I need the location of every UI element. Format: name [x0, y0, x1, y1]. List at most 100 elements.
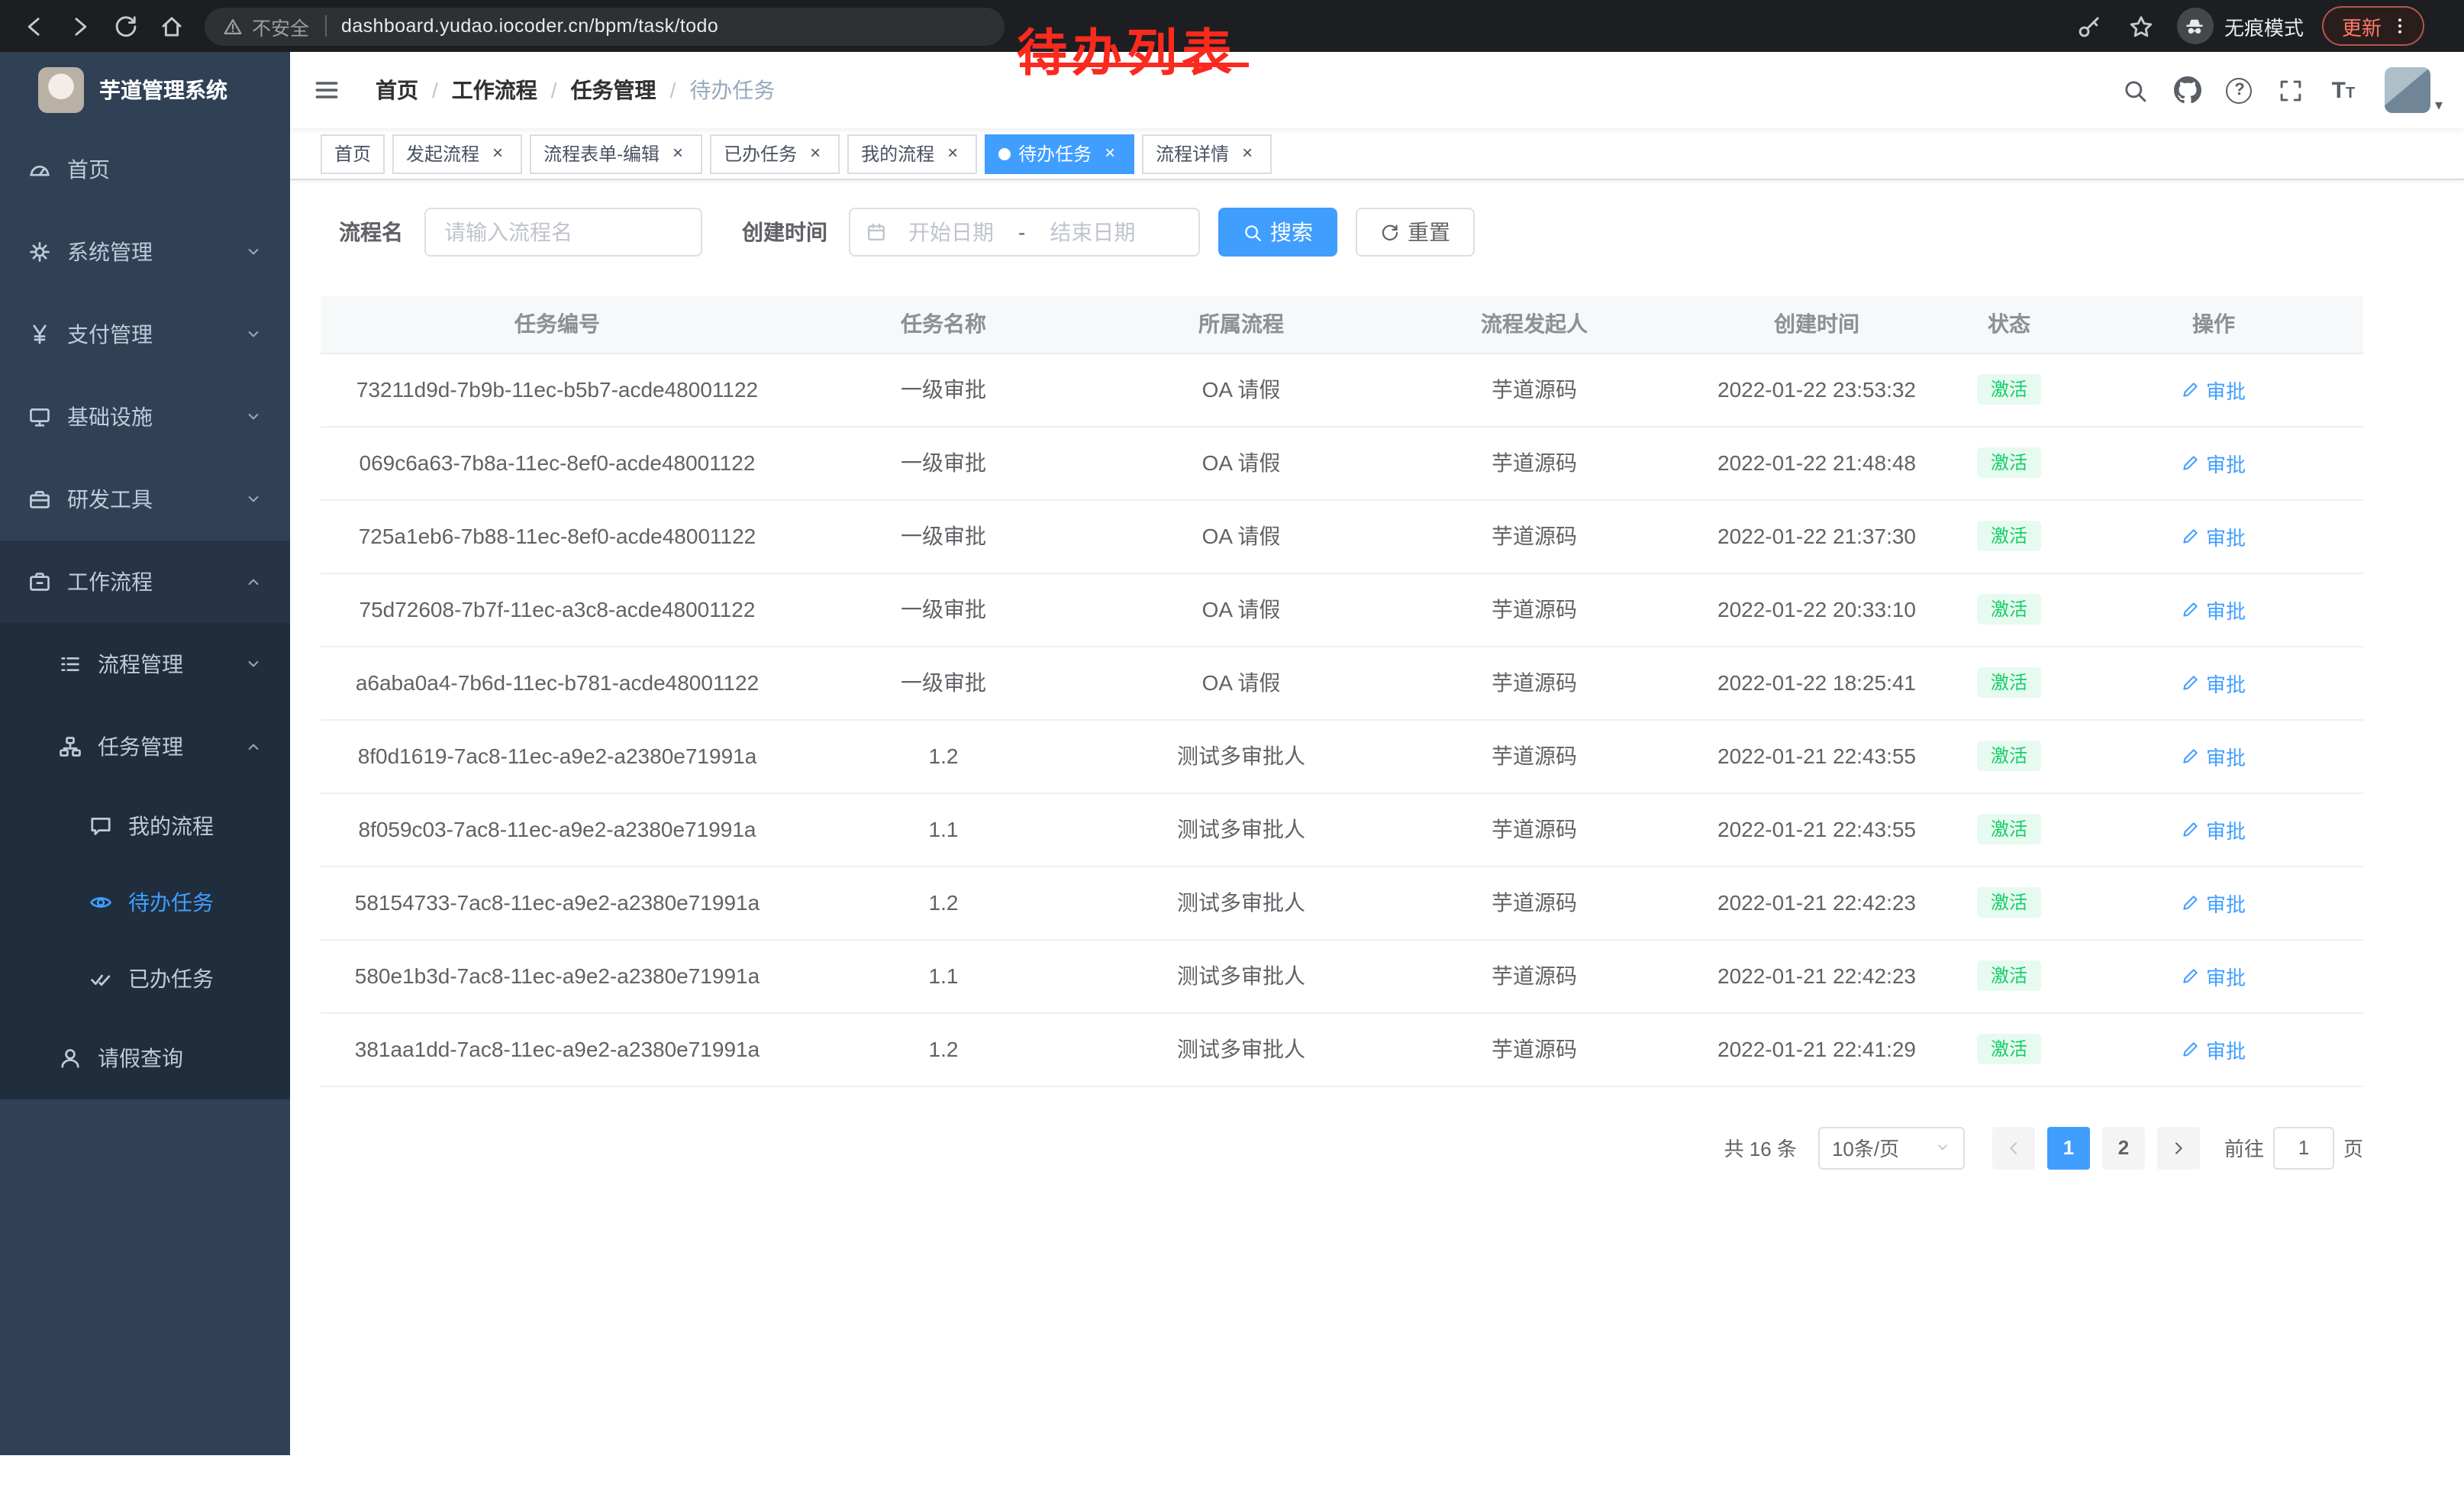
gauge-icon	[27, 157, 52, 182]
task-id-cell: 580e1b3d-7ac8-11ec-a9e2-a2380e71991a	[321, 939, 794, 1012]
tab-4[interactable]: 我的流程 ×	[847, 134, 977, 173]
sidebar-item-infra[interactable]: 基础设施	[0, 376, 290, 458]
tab-label: 我的流程	[861, 140, 934, 166]
tab-label: 流程表单-编辑	[543, 140, 660, 166]
tab-6[interactable]: 流程详情×	[1142, 134, 1272, 173]
sidebar-item-home[interactable]: 首页	[0, 128, 290, 211]
sidebar-item-system[interactable]: 系统管理	[0, 211, 290, 293]
table-row: 580e1b3d-7ac8-11ec-a9e2-a2380e71991a1.1测…	[321, 939, 2363, 1012]
sidebar-item-todo-task[interactable]: 待办任务	[0, 864, 290, 941]
sidebar-collapse-button[interactable]	[290, 52, 363, 128]
security-label[interactable]: 不安全	[252, 11, 309, 40]
breadcrumb-current: 待办任务	[689, 75, 775, 105]
breadcrumb-task-management[interactable]: 任务管理	[571, 75, 656, 105]
search-button[interactable]: 搜索	[1218, 208, 1337, 257]
page-size-select[interactable]: 10条/页	[1818, 1126, 1965, 1169]
close-icon[interactable]: ×	[805, 143, 826, 164]
menu-dots-icon[interactable]	[2389, 15, 2411, 37]
update-button[interactable]: 更新	[2322, 6, 2424, 46]
tab-3[interactable]: 已办任务×	[710, 134, 840, 173]
page-button-1[interactable]: 1	[2047, 1126, 2090, 1169]
user-avatar[interactable]	[2385, 67, 2430, 113]
sidebar-item-task-mgmt[interactable]: 任务管理	[0, 705, 290, 788]
user-menu[interactable]: ▾	[2385, 67, 2443, 113]
approve-button[interactable]: 审批	[2182, 375, 2246, 404]
action-cell: 审批	[2064, 792, 2363, 866]
approve-button[interactable]: 审批	[2182, 815, 2246, 844]
task-id-cell: 8f0d1619-7ac8-11ec-a9e2-a2380e71991a	[321, 719, 794, 792]
github-icon	[2174, 76, 2201, 104]
sidebar-item-label: 任务管理	[98, 731, 244, 762]
breadcrumb-workflow[interactable]: 工作流程	[452, 75, 537, 105]
task-id-cell: 58154733-7ac8-11ec-a9e2-a2380e71991a	[321, 866, 794, 939]
sidebar-item-my-process[interactable]: 我的流程	[0, 788, 290, 864]
reload-icon	[112, 13, 138, 39]
home-button[interactable]	[150, 5, 192, 47]
prev-page-button[interactable]	[1992, 1126, 2035, 1169]
sidebar-item-label: 首页	[67, 154, 290, 185]
header-search-button[interactable]	[2113, 52, 2159, 128]
page-button-2[interactable]: 2	[2102, 1126, 2145, 1169]
approve-button[interactable]: 审批	[2182, 1035, 2246, 1064]
fullscreen-button[interactable]	[2269, 52, 2314, 128]
approve-button[interactable]: 审批	[2182, 888, 2246, 917]
forward-button[interactable]	[58, 5, 101, 47]
status-badge: 激活	[1977, 741, 2041, 771]
back-button[interactable]	[12, 5, 55, 47]
close-icon[interactable]: ×	[667, 143, 689, 164]
edit-icon	[2182, 1040, 2200, 1058]
sidebar-item-label: 支付管理	[67, 319, 244, 350]
action-cell: 审批	[2064, 866, 2363, 939]
sidebar-item-done-task[interactable]: 已办任务	[0, 941, 290, 1017]
reset-button[interactable]: 重置	[1356, 208, 1475, 257]
font-size-button[interactable]: TT	[2320, 52, 2366, 128]
breadcrumb-home[interactable]: 首页	[376, 75, 418, 105]
close-icon[interactable]: ×	[487, 143, 508, 164]
incognito-avatar	[2177, 8, 2214, 44]
date-range-picker[interactable]: -	[849, 208, 1200, 257]
tab-1[interactable]: 发起流程×	[392, 134, 522, 173]
bookmark-button[interactable]	[2125, 9, 2159, 43]
approve-button[interactable]: 审批	[2182, 595, 2246, 624]
task-id-cell: 75d72608-7b7f-11ec-a3c8-acde48001122	[321, 573, 794, 646]
table-row: 381aa1dd-7ac8-11ec-a9e2-a2380e71991a1.2测…	[321, 1012, 2363, 1086]
approve-button-label: 审批	[2206, 741, 2246, 770]
start-date-input[interactable]	[893, 220, 1009, 244]
task-name-cell: 1.1	[794, 939, 1093, 1012]
logo[interactable]: 芋道管理系统	[0, 52, 290, 128]
approve-button[interactable]: 审批	[2182, 741, 2246, 770]
search-icon	[2123, 77, 2149, 103]
approve-button[interactable]: 审批	[2182, 961, 2246, 990]
edit-icon	[2182, 820, 2200, 838]
reload-button[interactable]	[104, 5, 147, 47]
sidebar-item-workflow[interactable]: 工作流程	[0, 541, 290, 623]
sidebar-item-process-mgmt[interactable]: 流程管理	[0, 623, 290, 705]
process-name-input[interactable]	[424, 208, 702, 257]
url-text[interactable]: dashboard.yudao.iocoder.cn/bpm/task/todo	[341, 15, 718, 37]
hamburger-icon	[313, 76, 340, 104]
github-button[interactable]	[2165, 52, 2211, 128]
browser-actions: 无痕模式 更新	[2073, 6, 2452, 46]
goto-page-input[interactable]	[2273, 1126, 2334, 1169]
task-name-cell: 1.1	[794, 792, 1093, 866]
close-icon[interactable]: ×	[1237, 143, 1258, 164]
address-bar[interactable]: 不安全 dashboard.yudao.iocoder.cn/bpm/task/…	[205, 7, 1005, 45]
sidebar-item-leave-query[interactable]: 请假查询	[0, 1017, 290, 1099]
goto-label: 前往	[2224, 1133, 2264, 1162]
key-icon	[2077, 13, 2103, 39]
sidebar-item-payment[interactable]: 支付管理	[0, 293, 290, 376]
next-page-button[interactable]	[2157, 1126, 2200, 1169]
tab-2[interactable]: 流程表单-编辑 ×	[530, 134, 702, 173]
create-time-cell: 2022-01-21 22:43:55	[1679, 792, 1954, 866]
key-button[interactable]	[2073, 9, 2107, 43]
close-icon[interactable]: ×	[1099, 143, 1121, 164]
tab-5[interactable]: 待办任务×	[985, 134, 1134, 173]
sidebar-item-devtools[interactable]: 研发工具	[0, 458, 290, 541]
tab-0[interactable]: 首页	[321, 134, 385, 173]
approve-button[interactable]: 审批	[2182, 448, 2246, 477]
approve-button[interactable]: 审批	[2182, 668, 2246, 697]
end-date-input[interactable]	[1034, 220, 1150, 244]
approve-button[interactable]: 审批	[2182, 521, 2246, 550]
close-icon[interactable]: ×	[942, 143, 963, 164]
docs-button[interactable]: ?	[2217, 52, 2262, 128]
